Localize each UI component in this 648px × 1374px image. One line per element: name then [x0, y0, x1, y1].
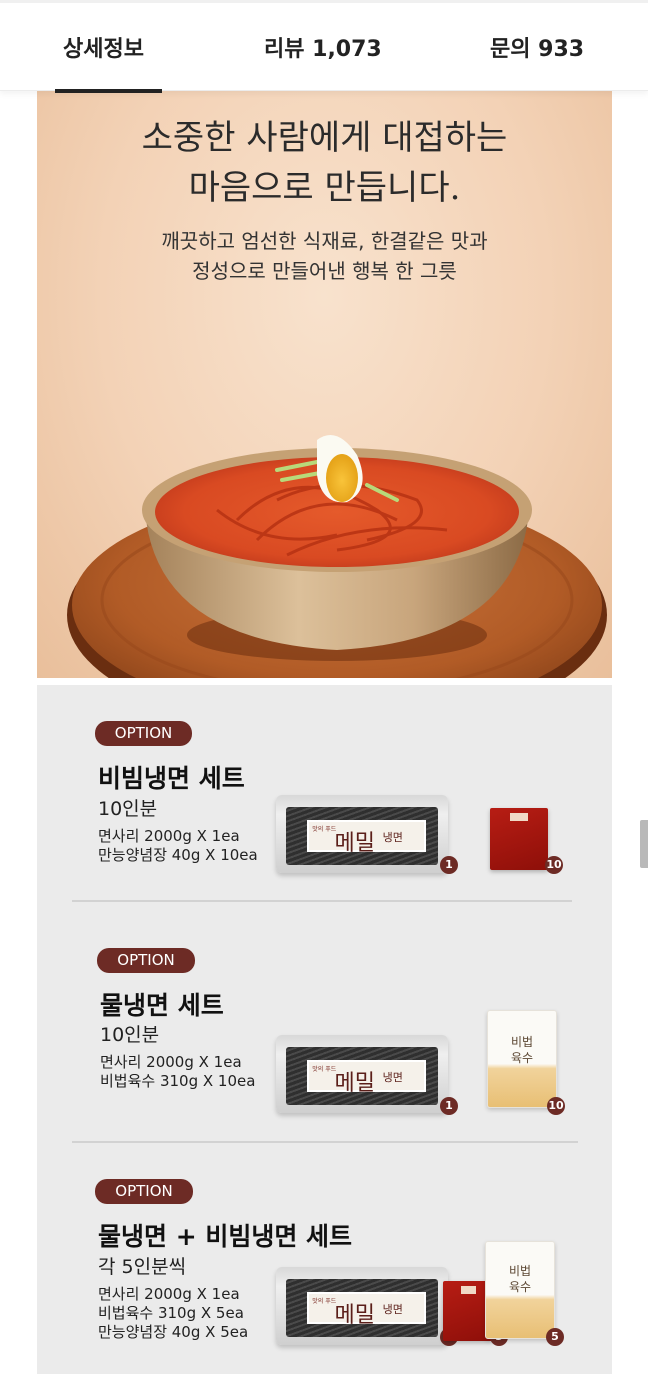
broth-label-line2: 육수	[510, 1051, 534, 1065]
option-line: 면사리 2000g X 1ea	[98, 827, 240, 845]
option-line: 면사리 2000g X 1ea	[100, 1053, 242, 1071]
option-line: 비법육수 310g X 10ea	[100, 1072, 256, 1090]
hero-subtitle-line1: 깨끗하고 엄선한 식재료, 한결같은 맛과	[161, 229, 488, 253]
noodle-package-image: 맛의 푸드 메밀 냉면	[276, 1267, 448, 1345]
option-badge[interactable]: OPTION	[95, 721, 192, 746]
quantity-badge: 10	[545, 856, 563, 874]
option-name: 비빔냉면 세트	[98, 764, 245, 793]
sauce-pouch-image	[490, 808, 548, 870]
option-serving: 각 5인분씩	[98, 1256, 187, 1278]
broth-label-line1: 비법	[510, 1035, 534, 1049]
tab-bar: 상세정보 리뷰 1,073 문의 933	[0, 0, 648, 93]
option-name: 물냉면 세트	[100, 991, 224, 1020]
option-line: 만능양념장 40g X 5ea	[98, 1323, 249, 1341]
quantity-badge: 5	[546, 1328, 564, 1346]
option-divider	[72, 900, 572, 902]
quantity-badge: 1	[440, 856, 458, 874]
broth-label-line2: 육수	[508, 1280, 532, 1294]
naengmyeon-bowl-image	[67, 435, 607, 678]
broth-pouch-image: 비법 육수	[485, 1241, 555, 1339]
noodle-package-image: 맛의 푸드 메밀 냉면	[276, 1035, 448, 1113]
package-brand: 맛의 푸드	[312, 1065, 337, 1073]
package-big-text: 메밀	[334, 1070, 375, 1096]
package-brand: 맛의 푸드	[312, 1297, 337, 1305]
tab-inquiries[interactable]: 문의 933	[490, 31, 584, 63]
option-divider	[72, 1141, 578, 1143]
hero-title-line2: 마음으로 만듭니다.	[188, 168, 461, 208]
scroll-side-handle[interactable]	[640, 820, 648, 868]
active-tab-indicator	[55, 89, 162, 93]
hero-banner: 소중한 사람에게 대접하는 마음으로 만듭니다. 깨끗하고 엄선한 식재료, 한…	[37, 90, 612, 678]
option-name: 물냉면 + 비빔냉면 세트	[98, 1222, 353, 1251]
tab-reviews[interactable]: 리뷰 1,073	[264, 31, 382, 63]
package-brand: 맛의 푸드	[312, 825, 337, 833]
option-line: 면사리 2000g X 1ea	[98, 1285, 240, 1303]
option-badge[interactable]: OPTION	[95, 1179, 193, 1204]
noodle-package-image: 맛의 푸드 메밀 냉면	[276, 795, 448, 873]
package-small-text: 냉면	[382, 830, 403, 844]
tab-detail-info[interactable]: 상세정보	[63, 31, 144, 63]
package-small-text: 냉면	[382, 1302, 403, 1316]
package-small-text: 냉면	[382, 1070, 403, 1084]
option-line: 만능양념장 40g X 10ea	[98, 846, 258, 864]
hero-subtitle-line2: 정성으로 만들어낸 행복 한 그릇	[192, 259, 457, 283]
quantity-badge: 1	[440, 1097, 458, 1115]
broth-label-line1: 비법	[508, 1264, 532, 1278]
option-badge[interactable]: OPTION	[97, 948, 195, 973]
option-serving: 10인분	[100, 1024, 160, 1046]
quantity-badge: 10	[547, 1097, 565, 1115]
broth-pouch-image: 비법 육수	[487, 1010, 557, 1108]
option-serving: 10인분	[98, 798, 158, 820]
package-big-text: 메밀	[334, 830, 375, 856]
hero-title-line1: 소중한 사람에게 대접하는	[141, 118, 508, 158]
option-line: 비법육수 310g X 5ea	[98, 1304, 244, 1322]
package-big-text: 메밀	[334, 1302, 375, 1328]
